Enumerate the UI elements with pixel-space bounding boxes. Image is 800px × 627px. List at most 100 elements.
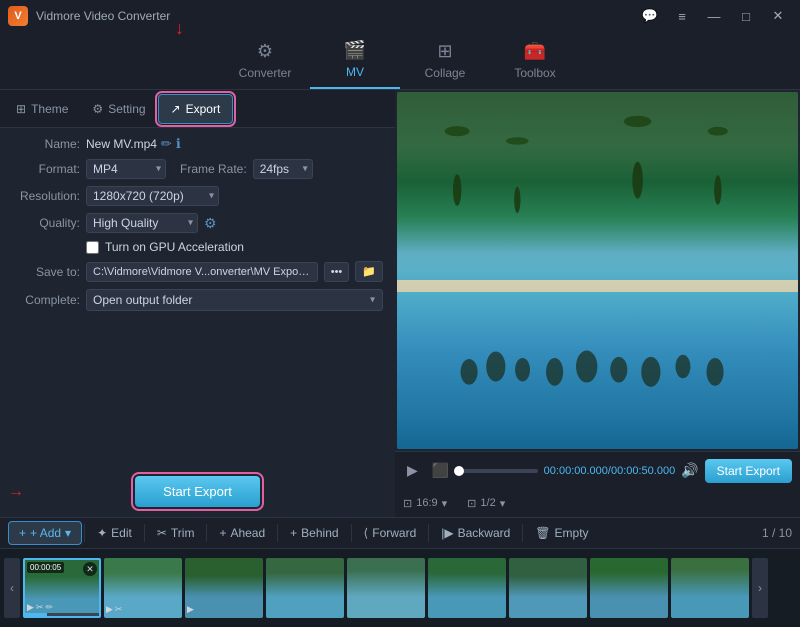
film-thumb-8[interactable] bbox=[590, 558, 668, 618]
quality-row: Quality: High Quality Medium Quality Low… bbox=[12, 213, 383, 233]
thumb-1-close[interactable]: ✕ bbox=[83, 562, 97, 576]
aspect-chevron: ▾ bbox=[442, 497, 448, 510]
framerate-select-wrapper: 24fps 30fps 60fps bbox=[253, 159, 313, 179]
film-thumb-9[interactable] bbox=[671, 558, 749, 618]
subnav-setting[interactable]: ⚙ Setting bbox=[80, 94, 157, 124]
titlebar-controls: 💬 ≡ — □ ✕ bbox=[636, 6, 792, 26]
subnav-theme[interactable]: ⊞ Theme bbox=[4, 94, 80, 124]
close-button[interactable]: ✕ bbox=[764, 6, 792, 26]
tab-converter-label: Converter bbox=[239, 66, 292, 80]
play-button[interactable]: ▶ bbox=[403, 460, 422, 481]
film-thumb-2[interactable]: ▶ ✂ bbox=[104, 558, 182, 618]
add-button[interactable]: + + Add ▾ bbox=[8, 521, 82, 545]
aspect-ratio-select[interactable]: ⊡ 16:9 ▾ bbox=[403, 497, 447, 510]
film-thumb-7[interactable] bbox=[509, 558, 587, 618]
aspect-icon: ⊡ bbox=[403, 497, 412, 510]
progress-bar[interactable] bbox=[459, 469, 537, 473]
trim-icon: ✂ bbox=[157, 526, 167, 540]
saveto-dots-button[interactable]: ••• bbox=[324, 262, 350, 282]
titlebar-left: V Vidmore Video Converter bbox=[8, 6, 170, 26]
quality-select-wrapper: High Quality Medium Quality Low Quality bbox=[86, 213, 198, 233]
nav-tabs: ↓ ⚙ Converter 🎬 MV ⊞ Collage 🧰 Toolbox bbox=[0, 32, 800, 90]
trim-label: Trim bbox=[171, 526, 195, 540]
video-controls: ▶ ⬛ 00:00:00.000/00:00:50.000 🔊 Start Ex… bbox=[395, 451, 800, 489]
add-dropdown-icon[interactable]: ▾ bbox=[65, 526, 71, 540]
resolution-select[interactable]: 1280x720 (720p) 1920x1080 (1080p) 640x48… bbox=[86, 186, 219, 206]
empty-button[interactable]: 🗑 Empty bbox=[525, 522, 598, 544]
behind-label: Behind bbox=[301, 526, 338, 540]
subnav-export[interactable]: ↗ Export bbox=[158, 94, 234, 124]
thumb-2-play-icon[interactable]: ▶ bbox=[106, 604, 113, 615]
tab-collage[interactable]: ⊞ Collage bbox=[400, 37, 490, 89]
ahead-button[interactable]: + Ahead bbox=[209, 522, 275, 544]
forward-label: Forward bbox=[372, 526, 416, 540]
name-value: New MV.mp4 ✏ ℹ bbox=[86, 136, 181, 152]
right-panel: ▶ ⬛ 00:00:00.000/00:00:50.000 🔊 Start Ex… bbox=[395, 90, 800, 517]
left-arrow-indicator: → bbox=[8, 483, 24, 501]
time-display: 00:00:00.000/00:00:50.000 bbox=[544, 465, 676, 477]
complete-select[interactable]: Open output folder Do nothing Shut down … bbox=[86, 289, 383, 311]
format-row: Format: MP4 MOV AVI Frame Rate: 24fps 30… bbox=[12, 159, 383, 179]
page-current: 1 bbox=[762, 526, 769, 540]
menu-button[interactable]: ≡ bbox=[668, 6, 696, 26]
tab-toolbox[interactable]: 🧰 Toolbox bbox=[490, 37, 580, 89]
thumb-1-controls: ▶ ✂ ✏ bbox=[27, 602, 53, 613]
filmstrip-nav-left[interactable]: ‹ bbox=[4, 558, 20, 618]
add-label: + Add bbox=[30, 526, 61, 540]
thumb-1-progress bbox=[25, 613, 99, 616]
zoom-select[interactable]: ⊡ 1/2 ▾ bbox=[467, 497, 505, 510]
trim-button[interactable]: ✂ Trim bbox=[147, 522, 205, 544]
main-content: ⊞ Theme ⚙ Setting ↗ Export Name: New MV.… bbox=[0, 90, 800, 517]
ahead-label: Ahead bbox=[230, 526, 265, 540]
info-icon[interactable]: ℹ bbox=[176, 136, 181, 152]
backward-button[interactable]: |▶ Backward bbox=[431, 522, 520, 544]
minimize-button[interactable]: — bbox=[700, 6, 728, 26]
stop-button[interactable]: ⬛ bbox=[428, 460, 453, 481]
thumb-1-cut-icon[interactable]: ✂ bbox=[36, 602, 44, 613]
tab-mv[interactable]: 🎬 MV bbox=[310, 37, 400, 89]
framerate-select[interactable]: 24fps 30fps 60fps bbox=[253, 159, 313, 179]
sub-nav: ⊞ Theme ⚙ Setting ↗ Export bbox=[0, 90, 395, 128]
progress-dot[interactable] bbox=[454, 466, 464, 476]
name-text: New MV.mp4 bbox=[86, 137, 157, 151]
forward-button[interactable]: ⟨ Forward bbox=[354, 522, 427, 544]
behind-button[interactable]: + Behind bbox=[280, 522, 348, 544]
saveto-folder-button[interactable]: 📁 bbox=[355, 261, 383, 282]
thumb-1-time: 00:00:05 bbox=[27, 562, 64, 573]
quality-label: Quality: bbox=[12, 216, 80, 230]
thumb-2-cut-icon[interactable]: ✂ bbox=[115, 604, 123, 615]
film-thumb-6[interactable] bbox=[428, 558, 506, 618]
film-thumb-5[interactable] bbox=[347, 558, 425, 618]
video-preview bbox=[397, 92, 798, 449]
format-select[interactable]: MP4 MOV AVI bbox=[86, 159, 166, 179]
volume-icon[interactable]: 🔊 bbox=[681, 462, 698, 479]
thumb-3-play-icon[interactable]: ▶ bbox=[187, 604, 194, 615]
filmstrip-nav-right[interactable]: › bbox=[752, 558, 768, 618]
complete-select-wrapper: Open output folder Do nothing Shut down … bbox=[86, 289, 383, 311]
saveto-row: Save to: C:\Vidmore\Vidmore V...onverter… bbox=[12, 261, 383, 282]
saveto-label: Save to: bbox=[12, 265, 80, 279]
tab-converter[interactable]: ⚙ Converter bbox=[220, 37, 310, 89]
time-current: 00:00:00.000 bbox=[544, 465, 608, 477]
converter-icon: ⚙ bbox=[257, 41, 273, 62]
film-thumb-3[interactable]: ▶ bbox=[185, 558, 263, 618]
edit-button[interactable]: ✦ Edit bbox=[87, 522, 142, 544]
sep-5 bbox=[351, 524, 352, 542]
thumb-1-edit-icon[interactable]: ✏ bbox=[45, 602, 53, 613]
film-thumb-4[interactable] bbox=[266, 558, 344, 618]
thumb-1-play-icon[interactable]: ▶ bbox=[27, 602, 34, 613]
chat-button[interactable]: 💬 bbox=[636, 6, 664, 26]
tab-collage-label: Collage bbox=[425, 66, 466, 80]
film-thumb-1[interactable]: 00:00:05 ✕ ▶ ✂ ✏ bbox=[23, 558, 101, 618]
edit-icon[interactable]: ✏ bbox=[161, 136, 172, 152]
quality-gear-icon[interactable]: ⚙ bbox=[204, 215, 217, 232]
start-export-right-button[interactable]: Start Export bbox=[705, 459, 792, 483]
start-export-left-button[interactable]: Start Export bbox=[135, 476, 260, 507]
gpu-label: Turn on GPU Acceleration bbox=[105, 240, 244, 254]
app-icon: V bbox=[8, 6, 28, 26]
quality-select[interactable]: High Quality Medium Quality Low Quality bbox=[86, 213, 198, 233]
maximize-button[interactable]: □ bbox=[732, 6, 760, 26]
subnav-setting-label: Setting bbox=[108, 102, 145, 116]
gpu-checkbox[interactable] bbox=[86, 241, 99, 254]
format-label: Format: bbox=[12, 162, 80, 176]
